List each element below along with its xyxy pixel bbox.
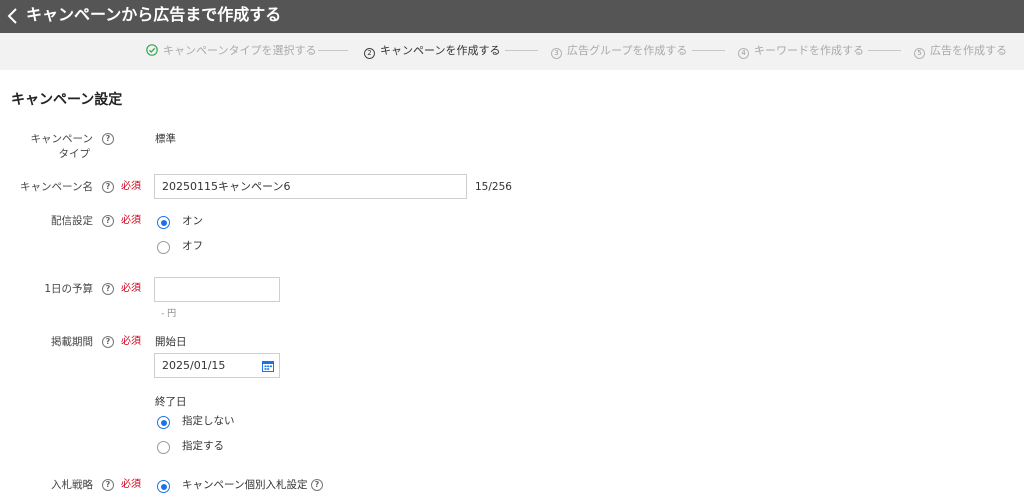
label-line: タイプ	[58, 148, 91, 160]
campaign-name-input[interactable]: 20250115キャンペーン6	[154, 174, 467, 199]
chevron-left-icon[interactable]	[4, 4, 22, 28]
required-badge: 必須	[121, 215, 141, 226]
daily-budget-label: 1日の予算	[44, 283, 93, 295]
daily-budget-input[interactable]	[154, 277, 280, 302]
app-header: キャンペーンから広告まで作成する	[0, 0, 1024, 33]
page-title: キャンペーンから広告まで作成する	[26, 5, 282, 24]
bidding-individual-radio[interactable]	[157, 480, 170, 493]
end-date-specify-radio[interactable]	[157, 441, 170, 454]
help-icon[interactable]: ?	[102, 336, 114, 348]
step-2-create-campaign: 2 キャンペーンを作成する	[364, 44, 500, 59]
campaign-type-value: 標準	[155, 133, 176, 145]
section-title: キャンペーン設定	[11, 92, 123, 108]
step-label: キャンペーンタイプを選択する	[163, 44, 317, 57]
help-icon[interactable]: ?	[102, 283, 114, 295]
step-connector	[505, 50, 538, 51]
step-connector	[318, 50, 348, 51]
required-badge: 必須	[121, 181, 141, 192]
check-circle-icon	[146, 44, 158, 56]
step-number: 2	[364, 48, 375, 59]
campaign-name-label: キャンペーン名	[20, 181, 93, 193]
start-date-label: 開始日	[155, 336, 187, 348]
delivery-on-radio[interactable]	[157, 216, 170, 229]
character-counter: 15/256	[475, 181, 512, 193]
calendar-icon[interactable]	[262, 360, 274, 372]
step-3-create-adgroup: 3 広告グループを作成する	[551, 44, 687, 59]
step-5-create-ads: 5 広告を作成する	[914, 44, 1007, 59]
help-icon[interactable]: ?	[102, 215, 114, 227]
step-label: キーワードを作成する	[754, 44, 864, 57]
help-icon[interactable]: ?	[102, 133, 114, 145]
end-date-label: 終了日	[155, 396, 187, 408]
step-connector	[692, 50, 725, 51]
step-label: 広告を作成する	[930, 44, 1007, 57]
bidding-label: 入札戦略	[51, 479, 93, 491]
step-label: キャンペーンを作成する	[380, 44, 501, 57]
step-number: 5	[914, 48, 925, 59]
bidding-individual-label[interactable]: キャンペーン個別入札設定	[182, 478, 307, 493]
step-4-create-keywords: 4 キーワードを作成する	[738, 44, 864, 59]
campaign-type-label: キャンペーン タイプ	[31, 132, 93, 162]
delivery-on-label[interactable]: オン	[182, 214, 203, 229]
progress-steps: キャンペーンタイプを選択する 2 キャンペーンを作成する 3 広告グループを作成する…	[0, 33, 1024, 70]
required-badge: 必須	[121, 336, 141, 347]
end-date-none-label[interactable]: 指定しない	[182, 414, 235, 429]
delivery-off-radio[interactable]	[157, 241, 170, 254]
delivery-off-label[interactable]: オフ	[182, 239, 203, 254]
step-label: 広告グループを作成する	[567, 44, 688, 57]
currency-hint: - 円	[161, 309, 177, 319]
required-badge: 必須	[121, 479, 141, 490]
step-number: 4	[738, 48, 749, 59]
end-date-none-radio[interactable]	[157, 416, 170, 429]
help-icon[interactable]: ?	[311, 479, 323, 491]
delivery-label: 配信設定	[51, 215, 93, 227]
step-connector	[868, 50, 901, 51]
step-1-select-type: キャンペーンタイプを選択する	[146, 44, 316, 58]
label-line: キャンペーン	[30, 133, 93, 145]
step-number: 3	[551, 48, 562, 59]
period-label: 掲載期間	[51, 336, 93, 348]
help-icon[interactable]: ?	[102, 181, 114, 193]
help-icon[interactable]: ?	[102, 479, 114, 491]
end-date-specify-label[interactable]: 指定する	[182, 439, 224, 454]
required-badge: 必須	[121, 283, 141, 294]
